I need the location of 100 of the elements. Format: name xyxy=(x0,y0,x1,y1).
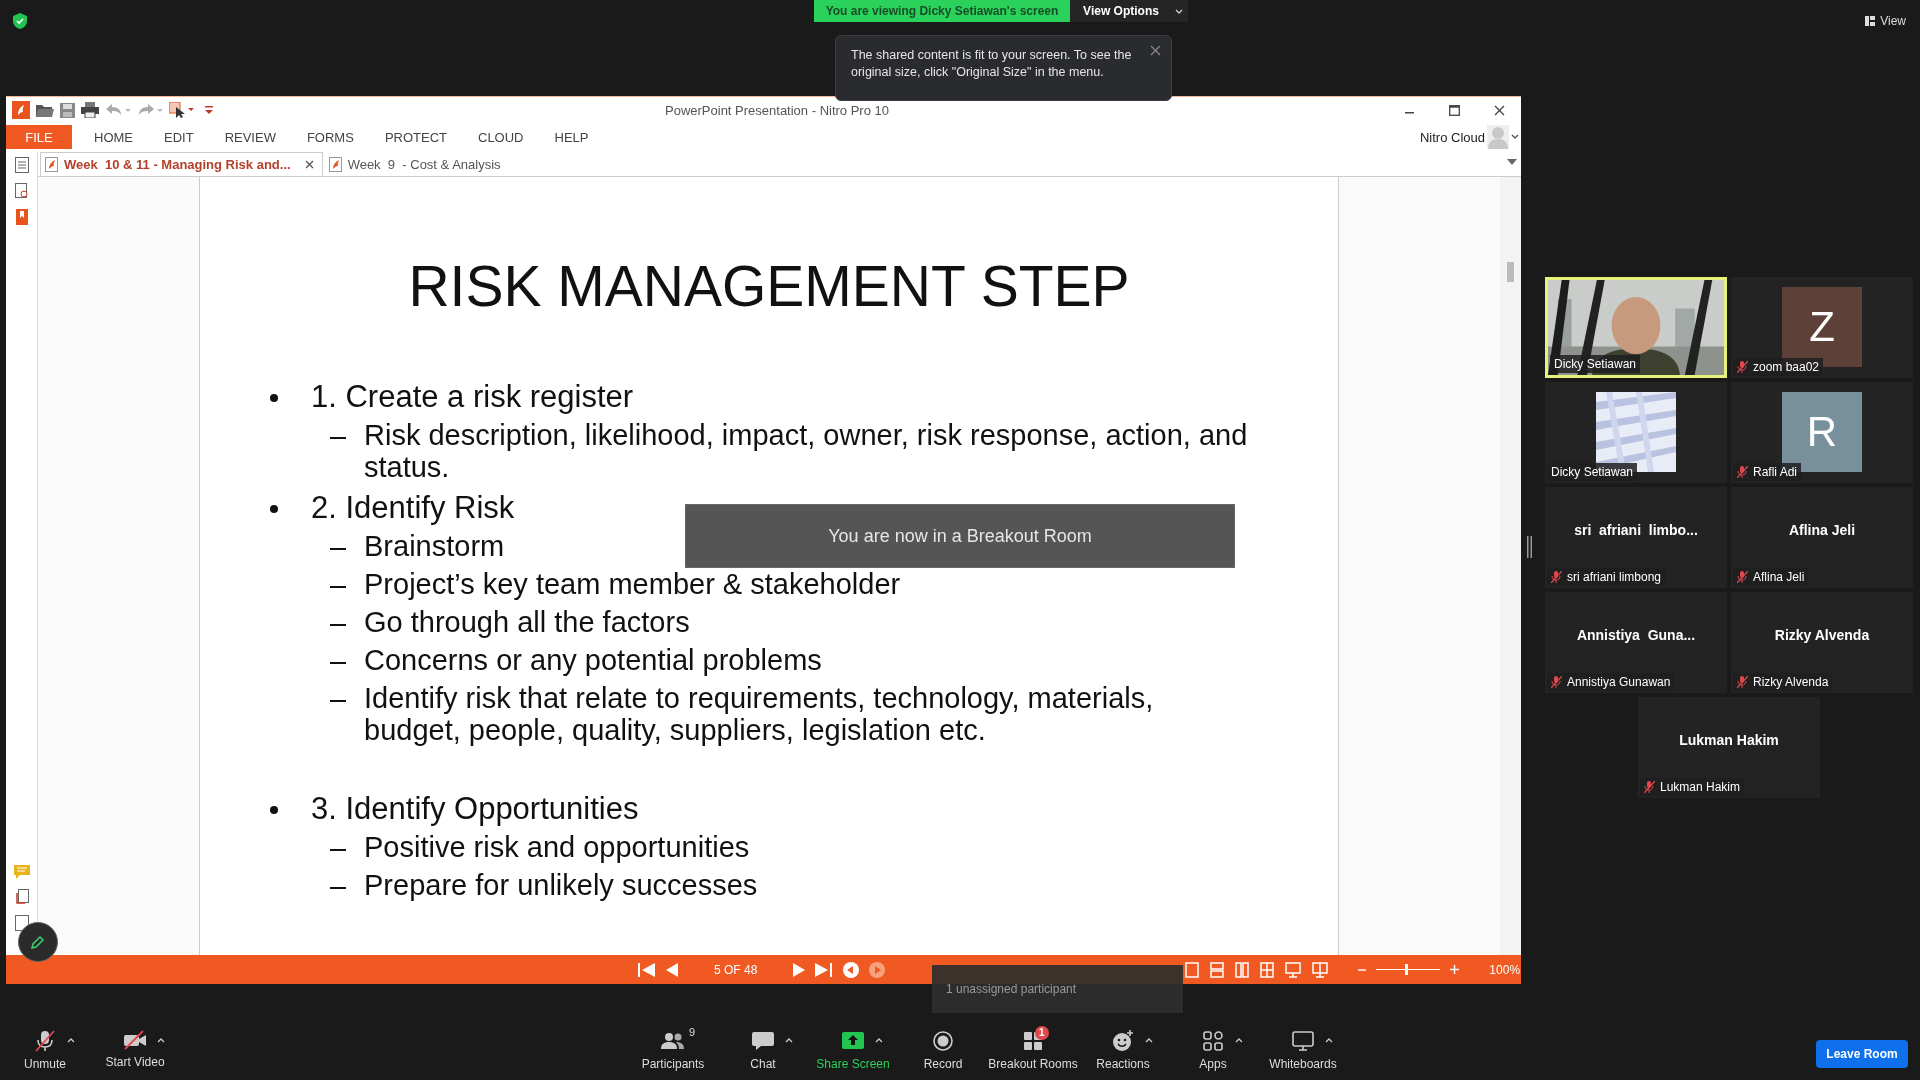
app-logo-icon xyxy=(12,101,30,119)
dash-icon xyxy=(330,849,346,851)
document-tab[interactable]: Week 10 & 11 - Managing Risk and... xyxy=(40,152,323,176)
document-icon[interactable] xyxy=(14,915,29,931)
avatar-initial: Z xyxy=(1809,303,1835,351)
video-tile[interactable]: Dicky Setiawan xyxy=(1545,277,1727,378)
pdf-file-icon xyxy=(328,156,342,172)
presentation-icon[interactable] xyxy=(1285,961,1302,978)
menu-tab[interactable]: EDIT xyxy=(152,125,206,149)
zoom-in-icon[interactable] xyxy=(1450,965,1460,974)
toolbar-button[interactable]: Chat xyxy=(750,1029,776,1071)
presentation-split-icon[interactable] xyxy=(1312,961,1329,978)
scrollbar-thumb[interactable] xyxy=(1507,262,1514,282)
document-tab[interactable]: Week 9 - Cost & Analysis xyxy=(324,152,517,176)
toolbar-button[interactable]: Record xyxy=(923,1029,963,1071)
menu-tab[interactable]: HOME xyxy=(82,125,145,149)
caret-icon xyxy=(1174,8,1183,14)
toolbar-button[interactable]: Share Screen xyxy=(816,1029,890,1071)
toolbar-button[interactable]: Unmute xyxy=(24,1029,66,1071)
video-tile[interactable]: Aflina Jeli Aflina Jeli xyxy=(1731,487,1913,588)
grid-pages-icon[interactable] xyxy=(1260,961,1275,978)
slide-sub-bullet-text: Identify risk that relate to requirements, technology, materials, budget, people, quality, suppliers, legislation etc. xyxy=(364,681,1155,748)
slide-sub-bullet-text: Brainstorm xyxy=(364,529,505,564)
back-icon[interactable] xyxy=(843,961,860,978)
caret-icon[interactable] xyxy=(1235,1037,1243,1043)
attachment-icon[interactable] xyxy=(14,889,29,905)
toolbar-button[interactable]: Apps xyxy=(1199,1029,1227,1071)
redo-icon[interactable] xyxy=(137,103,163,117)
folder-icon[interactable] xyxy=(36,102,54,118)
first-page-icon[interactable] xyxy=(638,962,656,977)
document-search-icon[interactable] xyxy=(14,183,29,199)
single-page-icon[interactable] xyxy=(1185,961,1200,978)
participant-display-name: Annistiya Guna... xyxy=(1576,626,1696,643)
participant-name: Rizky Alvenda xyxy=(1753,675,1829,689)
bullet-icon xyxy=(270,806,278,814)
participant-name: Dicky Setiawan xyxy=(1554,357,1637,371)
previous-page-icon[interactable] xyxy=(666,962,678,977)
view-button[interactable]: View xyxy=(1865,14,1906,28)
caret-icon[interactable] xyxy=(67,1037,75,1043)
maximize-icon[interactable] xyxy=(1449,104,1460,116)
participant-name: Aflina Jeli xyxy=(1753,570,1805,584)
avatar-initial: R xyxy=(1806,408,1838,456)
window-title: PowerPoint Presentation - Nitro Pro 10 xyxy=(665,102,889,118)
apps-icon xyxy=(1203,1030,1223,1051)
tooltip-text: The shared content is fit to your screen. To see the original size, click "Original Size" in the menu. xyxy=(851,47,1133,81)
pages-icon[interactable] xyxy=(14,157,29,173)
close-icon[interactable] xyxy=(1494,104,1505,116)
caret-icon[interactable] xyxy=(785,1037,793,1043)
video-tile[interactable]: Lukman Hakim Lukman Hakim xyxy=(1638,697,1820,798)
participant-display-name: Rizky Alvenda xyxy=(1774,626,1870,643)
participant-display-name: Lukman Hakim xyxy=(1679,731,1779,748)
close-icon[interactable] xyxy=(1150,45,1161,56)
video-tile[interactable]: Rizky Alvenda Rizky Alvenda xyxy=(1731,592,1913,693)
caret-icon[interactable] xyxy=(1325,1037,1333,1043)
undo-icon[interactable] xyxy=(105,103,131,117)
slide-sub-bullet-text: Positive risk and opportunities xyxy=(364,830,750,865)
unassigned-text: 1 unassigned participant xyxy=(946,982,1077,996)
close-icon[interactable] xyxy=(304,160,314,169)
last-page-icon[interactable] xyxy=(815,962,834,977)
caret-icon[interactable] xyxy=(875,1037,883,1043)
video-tile[interactable]: Dicky Setiawan xyxy=(1545,382,1727,483)
slider-thumb[interactable] xyxy=(1405,964,1409,975)
bullet-icon xyxy=(270,505,278,513)
slide-sub-bullet-text: Risk description, likelihood, impact, owner, risk response, action, and status. xyxy=(364,418,1249,485)
menu-tab[interactable]: CLOUD xyxy=(466,125,536,149)
view-options-button[interactable]: View Options xyxy=(1070,0,1188,22)
customize-icon[interactable] xyxy=(205,105,213,115)
video-tile[interactable]: sri afriani limbo... sri afriani limbong xyxy=(1545,487,1727,588)
menu-tab[interactable]: HELP xyxy=(542,125,601,149)
breakout-notice-text: You are now in a Breakout Room xyxy=(828,525,1092,547)
bullet-icon xyxy=(270,394,278,402)
save-icon[interactable] xyxy=(60,102,75,118)
leave-room-button[interactable]: Leave Room xyxy=(1816,1040,1908,1068)
caret-icon[interactable] xyxy=(1145,1037,1153,1043)
continuous-page-icon[interactable] xyxy=(1210,961,1225,978)
chevron-down-icon[interactable] xyxy=(1511,134,1519,140)
menu-tab[interactable]: REVIEW xyxy=(212,125,288,149)
layout-icon xyxy=(1865,16,1876,26)
slide-bullet-text: 1. Create a risk register xyxy=(311,378,634,416)
print-icon[interactable] xyxy=(81,102,99,118)
next-page-icon[interactable] xyxy=(793,962,806,977)
account-name[interactable]: Nitro Cloud xyxy=(1419,129,1485,145)
dropdown-icon[interactable] xyxy=(1507,159,1517,165)
slide-bullet-text: 2. Identify Risk xyxy=(311,489,515,527)
video-tile[interactable]: Annistiya Guna... Annistiya Gunawan xyxy=(1545,592,1727,693)
toolbar-button[interactable]: Reactions xyxy=(1096,1029,1150,1071)
participant-name: sri afriani limbong xyxy=(1567,570,1662,584)
scrollbar[interactable] xyxy=(1500,177,1521,955)
menu-tab[interactable]: PROTECT xyxy=(372,125,459,149)
participant-name: Rafli Adi xyxy=(1753,465,1798,479)
video-tile[interactable]: Z zoom baa02 xyxy=(1731,277,1913,378)
video-tile[interactable]: R Rafli Adi xyxy=(1731,382,1913,483)
toolbar-button[interactable]: Start Video xyxy=(105,1029,165,1069)
bookmark-icon[interactable] xyxy=(15,209,28,225)
menu-tab[interactable]: FORMS xyxy=(294,125,366,149)
toolbar-button[interactable]: Whiteboards xyxy=(1269,1029,1337,1071)
resize-handle-icon[interactable] xyxy=(1527,536,1532,558)
caret-icon[interactable] xyxy=(157,1037,165,1043)
facing-pages-icon[interactable] xyxy=(1235,961,1250,978)
video-off-icon xyxy=(123,1029,147,1050)
